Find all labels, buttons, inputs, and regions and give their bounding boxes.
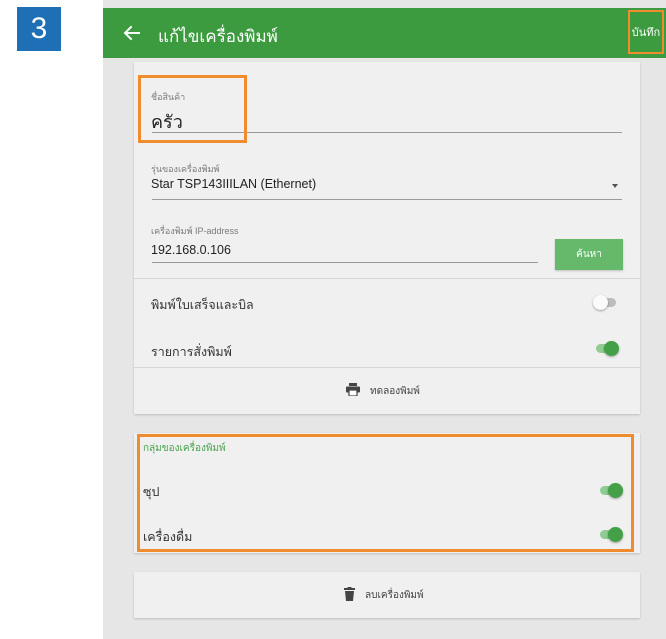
step-number-badge: 3 [17, 7, 61, 51]
arrow-left-icon[interactable] [121, 22, 143, 44]
test-print-button[interactable]: ทดลองพิมพ์ [346, 383, 420, 399]
receipt-print-label: พิมพ์ใบเสร็จและบิล [151, 298, 254, 312]
ip-address-underline [152, 262, 538, 263]
receipt-print-toggle[interactable] [593, 294, 618, 310]
delete-printer-button[interactable]: ลบเครื่องพิมพ์ [344, 587, 424, 604]
printer-groups-highlight [137, 434, 634, 552]
dropdown-arrow-icon[interactable] [612, 184, 618, 188]
order-print-label: รายการสั่งพิมพ์ [151, 345, 232, 359]
app-bar: แก้ไขเครื่องพิมพ์ บันทึก [103, 8, 666, 58]
delete-printer-label: ลบเครื่องพิมพ์ [365, 590, 424, 601]
test-print-label: ทดลองพิมพ์ [370, 385, 420, 397]
divider [134, 367, 640, 368]
divider [134, 278, 640, 279]
printer-model-label: รุ่นของเครื่องพิมพ์ [151, 164, 220, 174]
printer-icon [346, 383, 360, 399]
search-button[interactable]: ค้นหา [555, 239, 623, 270]
product-name-input[interactable]: ครัว [151, 107, 183, 136]
save-button[interactable]: บันทึก [628, 10, 664, 54]
ip-address-input[interactable]: 192.168.0.106 [151, 243, 231, 257]
printer-model-select[interactable]: Star TSP143IIILAN (Ethernet) [151, 177, 316, 191]
ip-address-label: เครื่องพิมพ์ IP-address [151, 226, 239, 236]
delete-printer-card: ลบเครื่องพิมพ์ [134, 572, 640, 618]
page-title: แก้ไขเครื่องพิมพ์ [158, 27, 278, 46]
trash-icon [344, 587, 355, 604]
printer-settings-card: ชื่อสินค้า ครัว รุ่นของเครื่องพิมพ์ Star… [134, 62, 640, 414]
product-name-label: ชื่อสินค้า [151, 92, 186, 102]
app-screen: แก้ไขเครื่องพิมพ์ บันทึก ชื่อสินค้า ครัว… [103, 0, 666, 639]
printer-model-underline [152, 199, 622, 200]
order-print-toggle[interactable] [594, 340, 619, 356]
